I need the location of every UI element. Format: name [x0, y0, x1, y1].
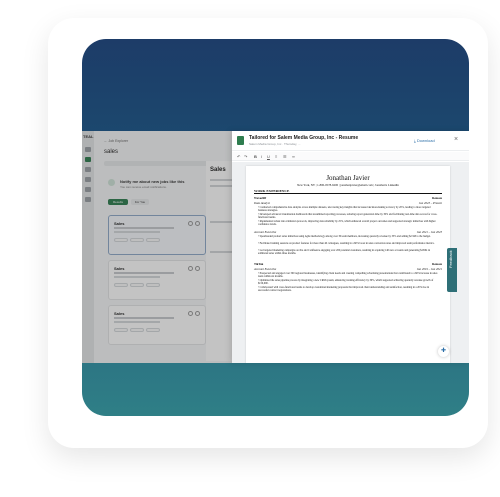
resume-bullet: Spearheaded product sales initiatives us…: [258, 235, 438, 238]
resume-section-title: WORK EXPERIENCE: [254, 189, 442, 194]
nav-settings-icon[interactable]: [85, 197, 91, 202]
job-tags: [114, 238, 160, 242]
hide-icon[interactable]: [188, 266, 193, 271]
job-title: Sales: [114, 266, 125, 271]
bookmark-icon[interactable]: [195, 311, 200, 316]
resume-contact: New York, NY | 1-800-0578-6200 | jonatha…: [297, 183, 399, 187]
stage: TEAL ← Job Explorer sales Notify me abou…: [0, 0, 500, 497]
drawer-subtitle: Salem Media Group, Inc · Thursday, ...: [249, 142, 301, 146]
job-meta-line: [114, 321, 160, 323]
back-link[interactable]: ← Job Explorer: [104, 139, 128, 143]
company-name: TikTok: [254, 262, 264, 266]
plus-icon[interactable]: ✚: [438, 346, 449, 357]
job-dates: Jan 2021 – Jan 2023: [416, 230, 442, 234]
nav-resume-icon[interactable]: [85, 167, 91, 172]
link-icon[interactable]: ∞: [292, 154, 295, 159]
gradient-frame: TEAL ← Job Explorer sales Notify me abou…: [82, 39, 469, 416]
left-nav: TEAL: [82, 131, 94, 363]
italic-icon[interactable]: I: [261, 154, 262, 159]
resume-bullet: Optimized the sales pipeline process by …: [258, 279, 438, 285]
nav-tracker-icon[interactable]: [85, 177, 91, 182]
resume-bullet: Conducted comprehensive data analysis ac…: [258, 206, 438, 212]
feedback-label: Feedback: [448, 250, 453, 268]
resume-bullet: Prospected and engaged over 300 regional…: [258, 272, 438, 278]
app-logo[interactable]: TEAL: [83, 134, 93, 139]
job-meta-line: [114, 227, 174, 229]
document-canvas: Jonathan Javier New York, NY | 1-800-057…: [232, 162, 469, 363]
job-meta-line: [114, 276, 160, 278]
resume-bullet: Implemented robust data validation proto…: [258, 220, 438, 226]
job-meta-line: [114, 231, 160, 233]
job-card[interactable]: Sales: [108, 260, 206, 300]
feedback-tab[interactable]: Feedback: [447, 248, 457, 292]
underline-icon[interactable]: U: [267, 154, 270, 159]
close-icon[interactable]: ×: [454, 136, 458, 143]
nav-contacts-icon[interactable]: [85, 187, 91, 192]
job-detail-title: Sales: [210, 167, 226, 173]
download-button[interactable]: ⤓ Download: [414, 138, 435, 143]
for-you-tab[interactable]: For You: [131, 199, 149, 205]
job-role: Account Executive: [254, 267, 277, 271]
company-location: Remote: [432, 262, 442, 266]
nav-jobs-icon[interactable]: [85, 157, 91, 162]
drawer-title: Tailored for Salem Media Group, Inc - Re…: [249, 135, 359, 141]
resume-bullet: Facilitated training sessions on product…: [258, 242, 438, 245]
job-title: Sales: [114, 311, 125, 316]
resume-bullet: Collaborated with cross-functional teams…: [258, 286, 438, 292]
hide-icon[interactable]: [188, 221, 193, 226]
job-tags: [114, 328, 160, 332]
job-role: Account Executive: [254, 230, 277, 234]
results-tab[interactable]: Results: [108, 199, 128, 205]
resume-drawer: Tailored for Salem Media Group, Inc - Re…: [232, 131, 469, 363]
download-label: Download: [416, 138, 435, 143]
bookmark-icon[interactable]: [195, 221, 200, 226]
job-tags: [114, 283, 160, 287]
bold-icon[interactable]: B: [254, 154, 257, 159]
job-role: Data Analyst: [254, 201, 270, 205]
bell-icon: [108, 179, 115, 186]
align-icon[interactable]: ☰: [283, 154, 287, 159]
editor-toolbar: ↶ ↷ B I U ≡ ☰ ∞: [232, 152, 469, 161]
drawer-header: Tailored for Salem Media Group, Inc - Re…: [232, 131, 469, 151]
nav-home-icon[interactable]: [85, 147, 91, 152]
undo-icon[interactable]: ↶: [237, 154, 240, 159]
search-query[interactable]: sales: [104, 149, 118, 155]
bookmark-icon[interactable]: [195, 266, 200, 271]
job-meta-line: [114, 317, 174, 319]
job-dates: Jan 2019 – Jan 2021: [416, 267, 442, 271]
app-screenshot: TEAL ← Job Explorer sales Notify me abou…: [82, 131, 469, 363]
job-meta-line: [114, 272, 174, 274]
job-explorer: ← Job Explorer sales Notify me about new…: [94, 131, 244, 363]
job-dates: Jan 2023 – Present: [418, 201, 442, 205]
job-card[interactable]: Sales: [108, 215, 206, 255]
bullet-list-icon[interactable]: ≡: [275, 154, 277, 159]
company-name: Wavecliff: [254, 196, 267, 200]
hide-icon[interactable]: [188, 311, 193, 316]
document-icon: [237, 136, 244, 145]
notify-title: Notify me about new jobs like this: [120, 179, 185, 184]
resume-bullet: Developed advanced visualization dashboa…: [258, 213, 438, 219]
job-card[interactable]: Sales: [108, 305, 206, 345]
resume-name: Jonathan Javier: [326, 174, 370, 182]
job-title: Sales: [114, 221, 125, 226]
resume-page[interactable]: Jonathan Javier New York, NY | 1-800-057…: [246, 166, 450, 363]
company-location: Remote: [432, 196, 442, 200]
resume-bullet: Led targeted marketing campaigns on Jira…: [258, 249, 438, 255]
notify-subtitle: You can receive email notifications.: [120, 185, 167, 189]
redo-icon[interactable]: ↷: [244, 154, 247, 159]
